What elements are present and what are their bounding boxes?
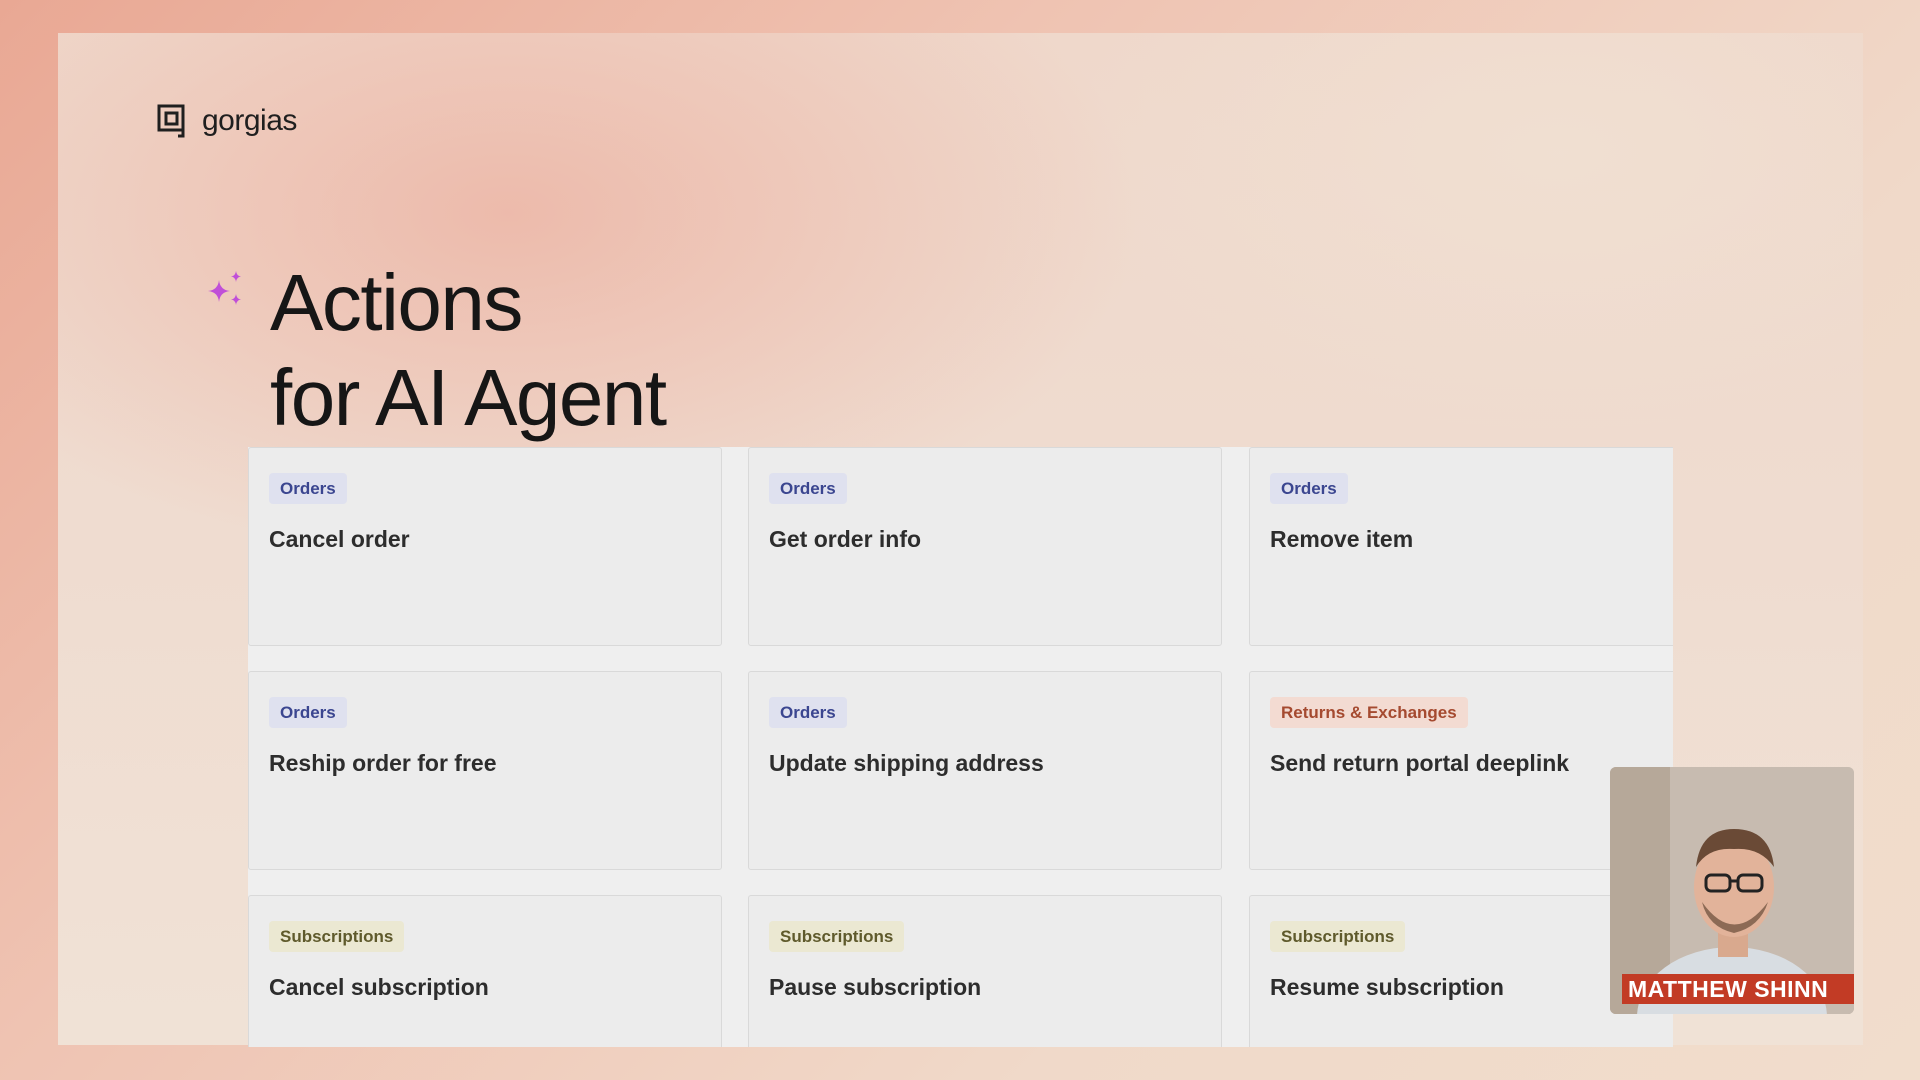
- presenter-name-banner: MATTHEW SHINN: [1622, 974, 1854, 1004]
- action-title: Remove item: [1270, 526, 1414, 552]
- presenter-webcam: MATTHEW SHINN: [1610, 767, 1854, 1014]
- category-tag: Subscriptions: [269, 921, 405, 952]
- action-card[interactable]: Orders Get order info: [748, 447, 1222, 646]
- category-tag: Subscriptions: [769, 921, 905, 952]
- category-tag: Orders: [1270, 473, 1348, 504]
- page-title-line-1: Actions: [270, 258, 523, 347]
- gorgias-logo-icon: [157, 104, 185, 138]
- page-title: Actions for AI Agent: [270, 255, 667, 445]
- action-title: Update shipping address: [769, 750, 1044, 776]
- action-title: Resume subscription: [1270, 974, 1504, 1000]
- category-tag: Subscriptions: [1270, 921, 1406, 952]
- action-title: Reship order for free: [269, 750, 497, 776]
- category-tag: Orders: [769, 697, 847, 728]
- actions-grid: Orders Cancel order Orders Get order inf…: [248, 447, 1673, 1047]
- sparkle-icon: [208, 271, 241, 305]
- action-card[interactable]: Orders Remove item: [1249, 447, 1673, 646]
- action-title: Send return portal deeplink: [1270, 750, 1570, 776]
- action-title: Cancel order: [269, 526, 410, 552]
- action-card[interactable]: Orders Reship order for free: [248, 671, 722, 870]
- category-tag: Returns & Exchanges: [1270, 697, 1468, 728]
- category-tag: Orders: [269, 697, 347, 728]
- gorgias-logo: gorgias: [156, 103, 297, 139]
- action-title: Get order info: [769, 526, 922, 552]
- action-card[interactable]: Orders Update shipping address: [748, 671, 1222, 870]
- action-card[interactable]: Subscriptions Cancel subscription: [248, 895, 722, 1047]
- category-tag: Orders: [769, 473, 847, 504]
- action-card[interactable]: Orders Cancel order: [248, 447, 722, 646]
- action-card[interactable]: Subscriptions Pause subscription: [748, 895, 1222, 1047]
- action-title: Cancel subscription: [269, 974, 489, 1000]
- category-tag: Orders: [269, 473, 347, 504]
- page-title-line-2: for AI Agent: [270, 353, 667, 442]
- action-title: Pause subscription: [769, 974, 982, 1000]
- brand-name: gorgias: [202, 104, 297, 137]
